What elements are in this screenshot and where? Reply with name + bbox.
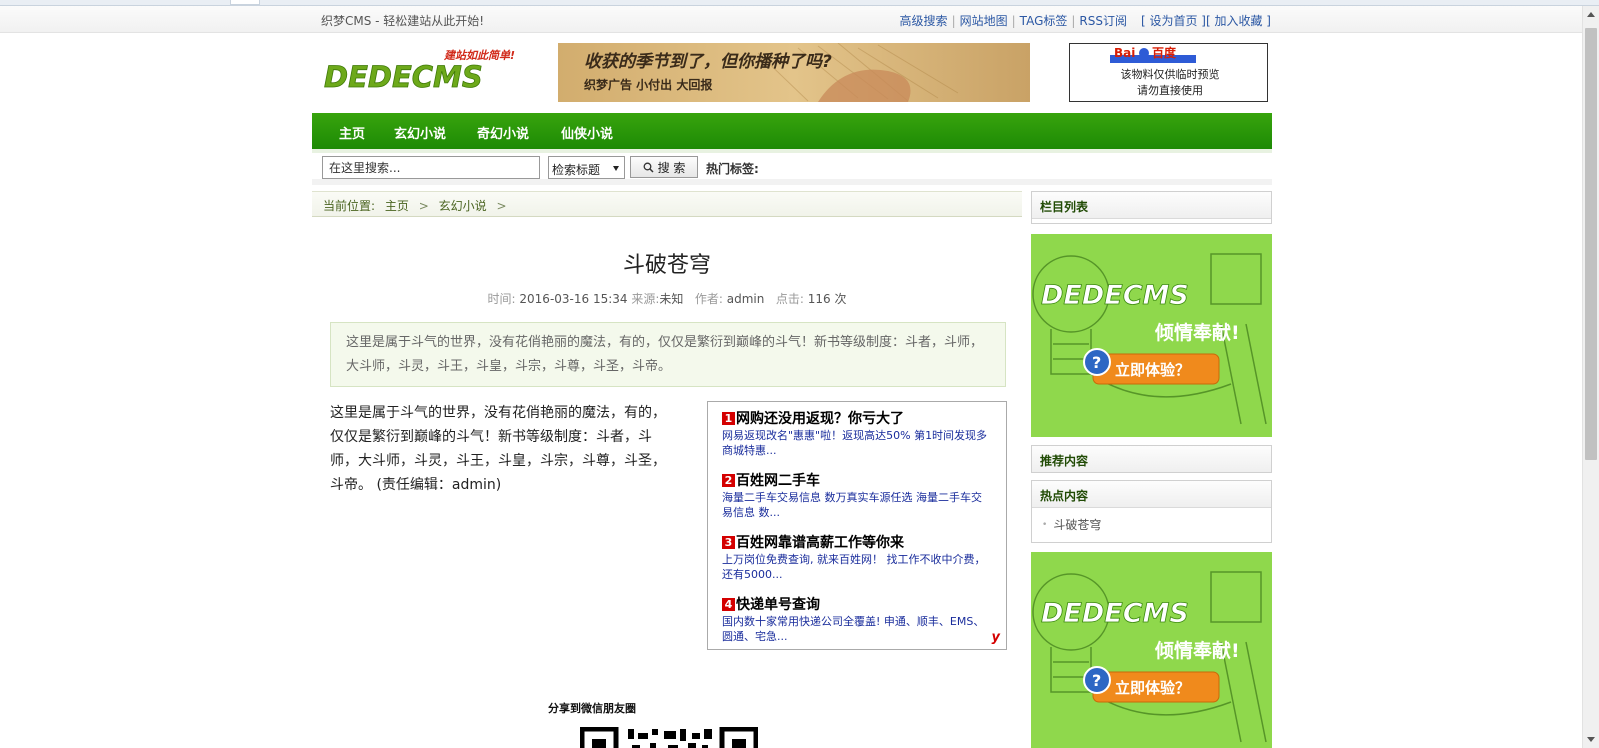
ad-number-badge: 2: [722, 474, 735, 487]
top-bar: 织梦CMS - 轻松建站从此开始! 高级搜索 | 网站地图 | TAG标签 | RSS订阅[…: [0, 6, 1582, 33]
tag-link[interactable]: TAG标签: [1020, 14, 1068, 28]
ad-desc[interactable]: 上万岗位免费查询, 就来百姓网！ 找工作不收中介费，还有5000...: [722, 552, 992, 582]
search-button-label: 搜 索: [657, 160, 686, 175]
set-homepage-link[interactable]: [ 设为首页 ]: [1141, 14, 1206, 28]
baidu-logo-text: Bai: [1114, 46, 1135, 60]
nav-item-xuanhuan[interactable]: 玄幻小说: [394, 123, 446, 142]
sitemap-link[interactable]: 网站地图: [960, 14, 1008, 28]
rss-link[interactable]: RSS订阅: [1079, 14, 1127, 28]
meta-time-label: 时间:: [487, 292, 516, 306]
promo-cta: 立即体验？: [1115, 361, 1190, 379]
banner2-line2: 请勿直接使用: [1137, 83, 1203, 97]
sidebar-hot: 热点内容 • 斗破苍穹: [1031, 480, 1272, 543]
meta-author: admin: [726, 292, 765, 306]
logo-text: DEDECMS: [324, 60, 483, 94]
baidu-paw-icon: [1139, 48, 1149, 58]
recommend-title: 推荐内容: [1032, 446, 1271, 472]
banner1-sub: 织梦广告 小付出 大回报: [584, 77, 712, 92]
promo-tagline: 倾情奉献!: [1154, 639, 1240, 662]
add-favorite-link[interactable]: [ 加入收藏 ]: [1206, 14, 1271, 28]
ad-item[interactable]: 2 百姓网二手车 海量二手车交易信息 数万真实车源任选 海量二手车交易信息 数..…: [722, 472, 992, 520]
chevron-down-icon: [613, 166, 619, 171]
breadcrumb-prefix: 当前位置:: [323, 199, 376, 213]
promo-brand: DEDECMS: [1041, 598, 1189, 629]
scroll-thumb[interactable]: [1585, 28, 1597, 460]
ad-number-badge: 4: [722, 598, 735, 611]
sidebar-column-list: 栏目列表: [1031, 191, 1272, 224]
main-nav: 主页 玄幻小说 奇幻小说 仙侠小说: [312, 113, 1272, 149]
column-list-title: 栏目列表: [1032, 192, 1271, 219]
search-type-value: 检索标题: [552, 163, 601, 177]
ad-provider-logo[interactable]: y: [992, 630, 1000, 645]
hot-item-link[interactable]: 斗破苍穹: [1053, 518, 1101, 532]
breadcrumb-item-home[interactable]: 主页: [385, 199, 409, 213]
meta-clicks-unit: 次: [834, 292, 847, 306]
meta-source-label: 来源:: [631, 292, 660, 306]
ad-item[interactable]: 3 百姓网靠谱高薪工作等你来 上万岗位免费查询, 就来百姓网！ 找工作不收中介费，…: [722, 534, 992, 582]
ad-title[interactable]: 百姓网靠谱高薪工作等你来: [736, 535, 904, 551]
browser-tab[interactable]: [230, 0, 260, 5]
welcome-text: 织梦CMS - 轻松建站从此开始!: [321, 14, 485, 28]
banner-ad-harvest[interactable]: 收获的季节到了，但你播种了吗? 织梦广告 小付出 大回报: [558, 43, 1030, 102]
site-logo[interactable]: 建站如此简单! DEDECMS: [324, 45, 534, 95]
article-meta: 时间: 2016-03-16 15:34 来源:未知 作者: admin 点击:…: [312, 290, 1022, 307]
banner1-headline: 收获的季节到了，但你播种了吗?: [584, 52, 832, 72]
article-body: 这里是属于斗气的世界，没有花俏艳丽的魔法，有的，仅仅是繁衍到巅峰的斗气！新书等级…: [330, 405, 666, 493]
scroll-down-arrow-icon[interactable]: [1587, 737, 1595, 742]
page-scrollbar[interactable]: [1582, 6, 1599, 748]
promo-tagline: 倾情奉献!: [1154, 321, 1240, 344]
sidebar-promo-ad[interactable]: DEDECMS 倾情奉献! ? 立即体验？: [1031, 234, 1272, 437]
meta-clicks-label: 点击:: [775, 292, 804, 306]
baidu-brand: 百度: [1152, 45, 1177, 60]
sidebar-recommend: 推荐内容: [1031, 445, 1272, 473]
scroll-up-arrow-icon[interactable]: [1587, 12, 1595, 17]
ad-title[interactable]: 快递单号查询: [736, 597, 820, 613]
top-links: 高级搜索 | 网站地图 | TAG标签 | RSS订阅[ 设为首页 ][ 加入收藏 ]: [899, 14, 1271, 28]
ad-desc[interactable]: 海量二手车交易信息 数万真实车源任选 海量二手车交易信息 数...: [722, 490, 992, 520]
banner2-line1: 该物料仅供临时预览: [1121, 67, 1220, 81]
search-input[interactable]: [322, 156, 540, 179]
breadcrumb-chevron-icon: >: [418, 199, 429, 213]
article-summary: 这里是属于斗气的世界，没有花俏艳丽的魔法，有的，仅仅是繁衍到巅峰的斗气！新书等级…: [330, 322, 1006, 387]
ad-title[interactable]: 网购还没用返现？你亏大了: [736, 411, 904, 427]
share-wechat-title: 分享到微信朋友圈: [548, 702, 636, 715]
meta-time: 2016-03-16 15:34: [519, 292, 628, 306]
ad-desc[interactable]: 网易返现改名"惠惠"啦！返现高达50% 第1时间发现多商城特惠...: [722, 428, 992, 458]
search-type-select[interactable]: 检索标题: [548, 156, 625, 179]
sidebar-promo-ad-2[interactable]: DEDECMS 倾情奉献! ? 立即体验？: [1031, 552, 1272, 748]
ad-number-badge: 1: [722, 412, 735, 425]
bullet-icon: •: [1042, 520, 1048, 530]
ad-number-badge: 3: [722, 536, 735, 549]
hot-title: 热点内容: [1032, 481, 1271, 508]
ad-item[interactable]: 1 网购还没用返现？你亏大了 网易返现改名"惠惠"啦！返现高达50% 第1时间发现…: [722, 410, 992, 458]
nav-item-home[interactable]: 主页: [339, 123, 365, 142]
nav-item-qihuan[interactable]: 奇幻小说: [477, 123, 529, 142]
meta-author-label: 作者:: [694, 292, 723, 306]
text-ad-box: 1 网购还没用返现？你亏大了 网易返现改名"惠惠"啦！返现高达50% 第1时间发现…: [707, 401, 1007, 650]
search-icon: [643, 162, 654, 173]
breadcrumb-item-category[interactable]: 玄幻小说: [439, 199, 487, 213]
promo-cta: 立即体验？: [1115, 679, 1190, 697]
hot-tags-label: 热门标签:: [706, 162, 759, 176]
search-bar: 检索标题 搜 索 热门标签:: [312, 153, 1272, 185]
qr-code-icon: [580, 727, 758, 748]
breadcrumb-chevron-icon: >: [496, 199, 507, 213]
ad-item[interactable]: 4 快递单号查询 国内数十家常用快递公司全覆盖! 申通、顺丰、EMS、圆通、宅急.…: [722, 596, 992, 644]
meta-source: 未知: [659, 292, 684, 306]
ad-title[interactable]: 百姓网二手车: [736, 473, 820, 489]
meta-clicks: 116: [807, 292, 831, 306]
breadcrumb: 当前位置: 主页 > 玄幻小说 >: [312, 191, 1022, 217]
nav-item-xianxia[interactable]: 仙侠小说: [561, 123, 613, 142]
ad-desc[interactable]: 国内数十家常用快递公司全覆盖! 申通、顺丰、EMS、圆通、宅急...: [722, 614, 992, 644]
advanced-search-link[interactable]: 高级搜索: [900, 14, 948, 28]
banner-ad-baidu[interactable]: Bai 百度 该物料仅供临时预览 请勿直接使用: [1069, 43, 1268, 102]
promo-brand: DEDECMS: [1041, 280, 1189, 311]
svg-text:?: ?: [1092, 353, 1101, 372]
svg-text:?: ?: [1092, 671, 1101, 690]
search-button[interactable]: 搜 索: [630, 156, 698, 178]
article-title: 斗破苍穹: [622, 253, 711, 278]
